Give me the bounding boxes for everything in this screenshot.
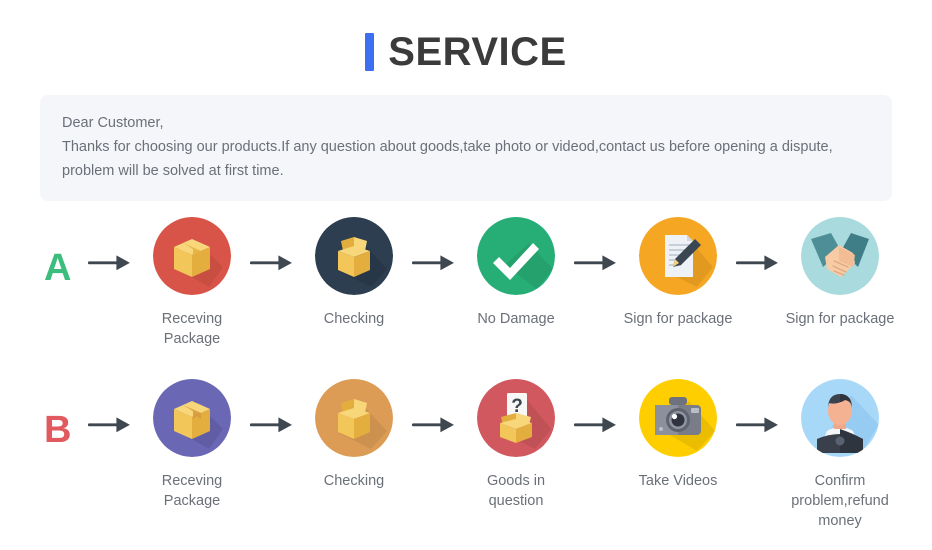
flow-b-step-1-label: Receving Package [161, 473, 227, 509]
box-question-icon: ? [477, 379, 555, 457]
flow-row-b: B Receving Package Checking ? Goods in q… [0, 379, 932, 531]
flow-row-a: A Receving Package Checking No Damage Si… [0, 217, 932, 349]
notice-greeting: Dear Customer, [62, 115, 164, 131]
check-mark-icon [477, 217, 555, 295]
flow-b-step-5-label: Confirm problem,refund money [791, 473, 893, 529]
person-avatar-icon [801, 379, 879, 457]
flow-a-step-3-label: No Damage [477, 311, 555, 327]
flow-a-step-2: Checking [296, 217, 412, 329]
title-accent-bar [365, 33, 375, 71]
flow-a-step-5-label: Sign for package [785, 311, 895, 327]
flow-b-step-3-label: Goods in question [486, 473, 550, 509]
right-arrow-icon [574, 379, 620, 471]
flow-b-step-1: Receving Package [134, 379, 250, 511]
closed-box-icon [153, 379, 231, 457]
service-page: SERVICE Dear Customer, Thanks for choosi… [0, 0, 932, 550]
flow-b-step-2: Checking [296, 379, 412, 491]
open-box-icon [315, 379, 393, 457]
right-arrow-icon [88, 379, 134, 471]
flow-b-step-2-label: Checking [323, 473, 385, 489]
flow-b-step-4: Take Videos [620, 379, 736, 491]
closed-box-icon [153, 217, 231, 295]
flow-a-step-3: No Damage [458, 217, 574, 329]
flow-a-step-1: Receving Package [134, 217, 250, 349]
right-arrow-icon [736, 217, 782, 309]
camera-icon [639, 379, 717, 457]
open-box-icon [315, 217, 393, 295]
flow-b-step-5: Confirm problem,refund money [782, 379, 898, 531]
flow-a-step-4-label: Sign for package [623, 311, 733, 327]
notice-line-3: problem will be solved at first time. [62, 163, 284, 179]
handshake-icon [801, 217, 879, 295]
right-arrow-icon [88, 217, 134, 309]
flow-a-step-5: Sign for package [782, 217, 898, 329]
right-arrow-icon [736, 379, 782, 471]
customer-notice-box: Dear Customer, Thanks for choosing our p… [40, 95, 892, 201]
notice-line-2: Thanks for choosing our products.If any … [62, 139, 833, 155]
flow-letter-b: B [44, 409, 72, 451]
flow-b-step-3: ? Goods in question [458, 379, 574, 511]
right-arrow-icon [412, 217, 458, 309]
flow-a-step-4: Sign for package [620, 217, 736, 329]
right-arrow-icon [412, 379, 458, 471]
right-arrow-icon [574, 217, 620, 309]
right-arrow-icon [250, 217, 296, 309]
page-title-row: SERVICE [0, 0, 932, 90]
flow-a-step-2-label: Checking [323, 311, 385, 327]
document-pen-icon [639, 217, 717, 295]
right-arrow-icon [250, 379, 296, 471]
flow-b-step-4-label: Take Videos [638, 473, 718, 489]
flow-a-step-1-label: Receving Package [161, 311, 227, 347]
flow-letter-a: A [44, 247, 72, 289]
page-title: SERVICE [388, 30, 567, 74]
